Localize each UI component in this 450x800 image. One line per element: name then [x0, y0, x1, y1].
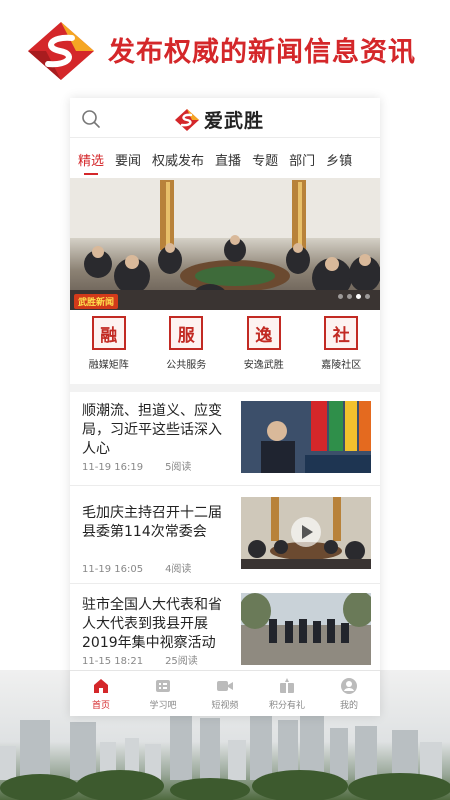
- service-gonggong-fuwu[interactable]: 服 公共服务: [151, 316, 221, 378]
- carousel-dot[interactable]: [347, 294, 352, 299]
- seal-yi-icon: 逸: [246, 316, 281, 350]
- service-label: 嘉陵社区: [321, 360, 362, 371]
- gift-icon: [280, 678, 294, 693]
- hero-carousel[interactable]: 武胜新闻: [70, 178, 380, 310]
- news-reads: 4阅读: [165, 564, 192, 575]
- news-time: 11-19 16:19: [82, 462, 144, 473]
- nav-study[interactable]: 学习吧: [132, 671, 194, 716]
- seal-fu-icon: 服: [169, 316, 204, 350]
- app-logo: 爱武胜: [174, 106, 264, 133]
- service-label: 公共服务: [166, 360, 207, 371]
- seal-she-icon: 社: [324, 316, 359, 350]
- nav-label: 首页: [91, 701, 110, 711]
- carousel-indicator: [338, 294, 370, 299]
- meeting-photo: [70, 178, 380, 310]
- app-promo-screen: 发布权威的新闻信息资讯 爱武胜 精选 要闻 权威发布 直播 专题 部门 乡镇 武…: [0, 0, 450, 800]
- tab-zhibo[interactable]: 直播: [215, 144, 241, 175]
- tab-zhuanti[interactable]: 专题: [252, 144, 278, 175]
- nav-profile[interactable]: 我的: [318, 671, 380, 716]
- tab-jingxuan[interactable]: 精选: [78, 144, 104, 175]
- news-time: 11-15 18:21: [82, 656, 144, 667]
- news-reads: 25阅读: [165, 656, 198, 667]
- news-item[interactable]: 顺潮流、担道义、应变局，习近平这些话深入人心 11-19 16:19 5阅读: [70, 392, 380, 486]
- nav-short-video[interactable]: 短视频: [194, 671, 256, 716]
- news-video-thumbnail: [241, 497, 371, 569]
- news-title: 毛加庆主持召开十二届县委第114次常委会: [82, 505, 222, 540]
- news-meta: 11-19 16:19 5阅读: [82, 458, 191, 473]
- nav-label: 学习吧: [149, 701, 177, 711]
- phone-screen: 爱武胜 精选 要闻 权威发布 直播 专题 部门 乡镇 武胜新闻 融 融媒矩阵 服…: [70, 98, 380, 716]
- news-title: 驻市全国人大代表和省人大代表到我县开展2019年集中视察活动: [82, 597, 222, 651]
- service-label: 安逸武胜: [243, 360, 284, 371]
- carousel-dot[interactable]: [338, 294, 343, 299]
- news-reads: 5阅读: [165, 462, 192, 473]
- tab-bumen[interactable]: 部门: [289, 144, 315, 175]
- nav-home[interactable]: 首页: [70, 671, 132, 716]
- study-icon: [156, 680, 170, 692]
- nav-label: 我的: [339, 701, 358, 711]
- carousel-dot[interactable]: [365, 294, 370, 299]
- news-meta: 11-19 16:05 4阅读: [82, 560, 191, 575]
- service-jialing-shequ[interactable]: 社 嘉陵社区: [306, 316, 376, 378]
- carousel-dot-active[interactable]: [356, 294, 361, 299]
- home-icon: [94, 679, 108, 693]
- brand-logo-icon: [28, 22, 94, 80]
- app-logo-icon: [175, 108, 199, 131]
- tab-yaowen[interactable]: 要闻: [115, 144, 141, 175]
- news-thumbnail: [241, 593, 371, 665]
- service-shortcuts: 融 融媒矩阵 服 公共服务 逸 安逸武胜 社 嘉陵社区: [70, 316, 380, 378]
- nav-label: 短视频: [211, 701, 239, 711]
- app-header: 爱武胜: [70, 98, 380, 138]
- news-meta: 11-15 18:21 25阅读: [82, 652, 198, 667]
- nav-label: 积分有礼: [268, 701, 305, 711]
- service-label: 融媒矩阵: [88, 360, 129, 371]
- promo-banner: 发布权威的新闻信息资讯: [0, 0, 450, 100]
- category-tabs: 精选 要闻 权威发布 直播 专题 部门 乡镇: [70, 142, 380, 176]
- news-item[interactable]: 驻市全国人大代表和省人大代表到我县开展2019年集中视察活动 11-15 18:…: [70, 584, 380, 670]
- news-thumbnail: [241, 401, 371, 473]
- news-time: 11-19 16:05: [82, 564, 144, 575]
- search-icon[interactable]: [80, 108, 102, 130]
- play-icon[interactable]: [291, 517, 321, 547]
- news-title: 顺潮流、担道义、应变局，习近平这些话深入人心: [82, 403, 222, 457]
- nav-points-gift[interactable]: 积分有礼: [256, 671, 318, 716]
- section-divider: [70, 384, 380, 392]
- bottom-navigation: 首页 学习吧 短视频 积分有礼 我的: [70, 670, 380, 716]
- promo-tagline: 发布权威的新闻信息资讯: [108, 37, 416, 68]
- seal-rong-icon: 融: [91, 316, 126, 350]
- service-rongmei-juzhen[interactable]: 融 融媒矩阵: [74, 316, 144, 378]
- profile-icon: [341, 678, 357, 694]
- video-icon: [217, 681, 233, 691]
- news-item[interactable]: 毛加庆主持召开十二届县委第114次常委会 11-19 16:05 4阅读: [70, 486, 380, 584]
- service-anyi-wusheng[interactable]: 逸 安逸武胜: [229, 316, 299, 378]
- tab-xiangzhen[interactable]: 乡镇: [326, 144, 352, 175]
- news-source-badge: 武胜新闻: [74, 294, 119, 309]
- app-name: 爱武胜: [204, 110, 265, 132]
- tab-quanwei-fabu[interactable]: 权威发布: [152, 144, 204, 175]
